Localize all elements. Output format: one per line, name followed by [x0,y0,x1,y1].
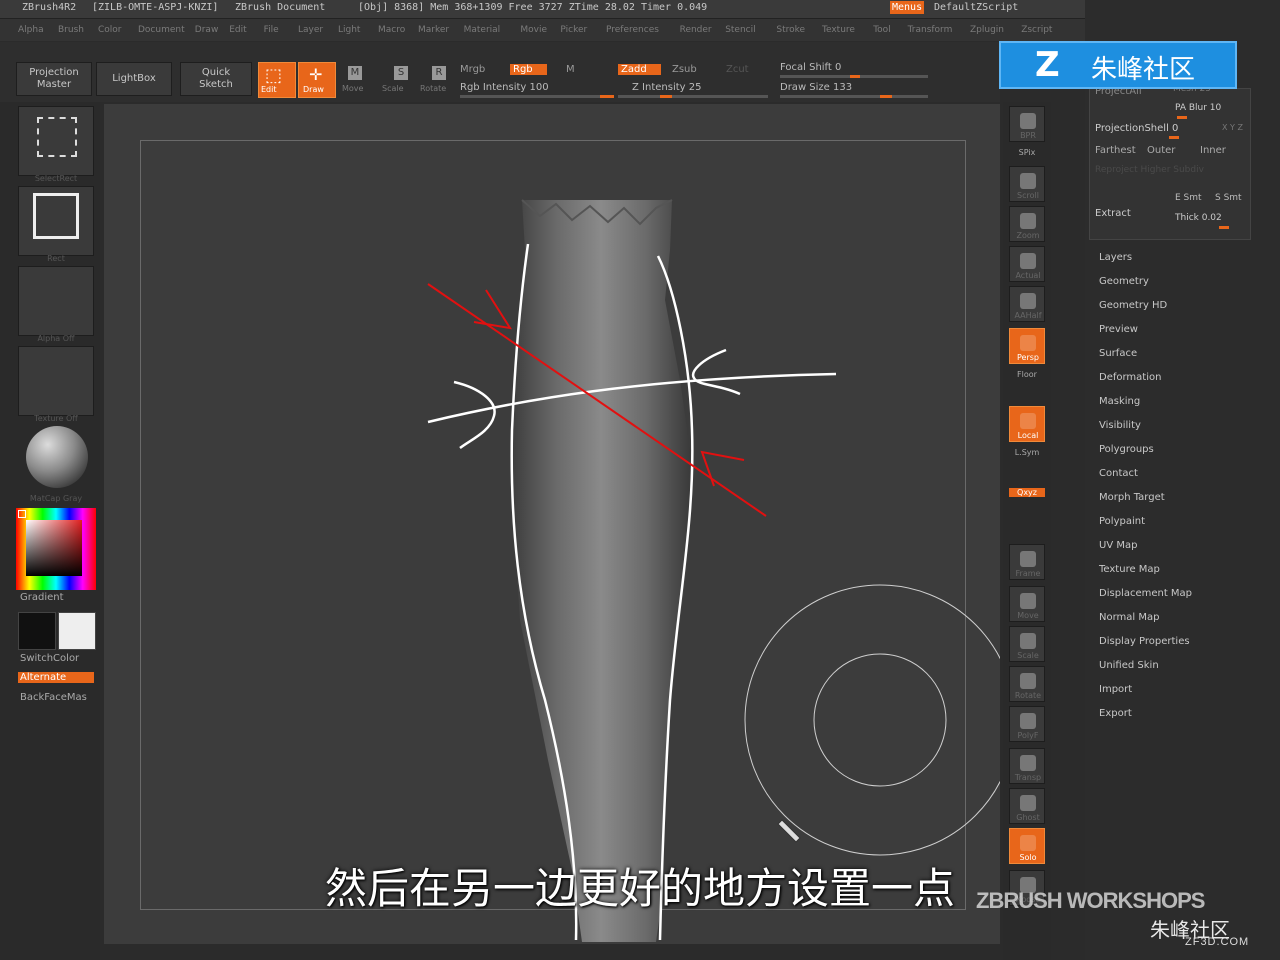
tool-floor[interactable]: Floor [1003,370,1051,379]
tool-frame-button[interactable]: Frame [1009,544,1045,580]
zbrush-workshops-watermark: ZBRUSH WORKSHOPS [976,888,1205,913]
viewport-drawing[interactable] [0,0,1000,960]
local-icon [1020,413,1036,429]
scroll-label: Scroll [1017,191,1039,200]
frame-icon [1020,551,1036,567]
polyf-icon [1020,713,1036,729]
farthest-button[interactable]: Farthest [1095,145,1136,156]
palette-section-display-properties[interactable]: Display Properties [1099,636,1190,647]
palette-section-surface[interactable]: Surface [1099,348,1137,359]
aahalf-label: AAHalf [1014,311,1042,320]
red-arrow-top [473,289,513,330]
projectionshell-fill [1169,136,1179,139]
xyz-toggle[interactable]: X Y Z [1222,123,1243,132]
palette-section-displacement-map[interactable]: Displacement Map [1099,588,1192,599]
palette-section-morph-target[interactable]: Morph Target [1099,492,1165,503]
move-icon [1020,593,1036,609]
palette-section-preview[interactable]: Preview [1099,324,1138,335]
logo-z-icon: Z [1035,45,1060,85]
palette-section-polypaint[interactable]: Polypaint [1099,516,1145,527]
scroll-icon [1020,173,1036,189]
ghost-icon [1020,795,1036,811]
outer-button[interactable]: Outer [1147,145,1175,156]
tool-transp-button[interactable]: Transp [1009,748,1045,784]
palette-section-contact[interactable]: Contact [1099,468,1138,479]
tool-move-button[interactable]: Move [1009,586,1045,622]
palette-section-masking[interactable]: Masking [1099,396,1140,407]
e-smt-slider[interactable]: E Smt [1175,193,1202,203]
rotate-icon [1020,673,1036,689]
tool-qxyz[interactable]: Qxyz [1009,488,1045,497]
palette-section-geometry-hd[interactable]: Geometry HD [1099,300,1167,311]
tool-persp-button[interactable]: Persp [1009,328,1045,364]
s-smt-slider[interactable]: S Smt [1215,193,1242,203]
actual-icon [1020,253,1036,269]
aahalf-icon [1020,293,1036,309]
tool-local-button[interactable]: Local [1009,406,1045,442]
transp-icon [1020,755,1036,771]
rotate-label: Rotate [1014,691,1042,700]
actual-label: Actual [1015,271,1041,280]
zoom-icon [1020,213,1036,229]
tool-ghost-button[interactable]: Ghost [1009,788,1045,824]
tool-rotate-button[interactable]: Rotate [1009,666,1045,702]
persp-icon [1020,335,1036,351]
palette-section-deformation[interactable]: Deformation [1099,372,1161,383]
palette-section-polygroups[interactable]: Polygroups [1099,444,1154,455]
tool-bpr-button[interactable]: BPR [1009,106,1045,142]
scale-icon [1020,633,1036,649]
local-label: Local [1017,431,1039,440]
pa-blur-fill [1177,116,1187,119]
inner-button[interactable]: Inner [1200,145,1226,156]
pencil-cursor-icon [777,819,801,843]
tool-polyf-button[interactable]: PolyF [1009,706,1045,742]
persp-label: Persp [1017,353,1039,362]
palette-section-unified-skin[interactable]: Unified Skin [1099,660,1159,671]
zoom-label: Zoom [1016,231,1040,240]
right-hook-stroke [691,348,741,396]
pa-blur-slider[interactable]: PA Blur 10 [1175,103,1221,113]
tool-scale-button[interactable]: Scale [1009,626,1045,662]
tool-zoom-button[interactable]: Zoom [1009,206,1045,242]
palette-section-import[interactable]: Import [1099,684,1132,695]
tool-spix[interactable]: SPix [1003,148,1051,157]
tool-palette: ProjectAll Mesh 25 PA Blur 10 Projection… [1085,0,1280,960]
tool-actual-button[interactable]: Actual [1009,246,1045,282]
polyf-label: PolyF [1017,731,1039,740]
palette-section-geometry[interactable]: Geometry [1099,276,1149,287]
tool-scroll-button[interactable]: Scroll [1009,166,1045,202]
palette-section-uv-map[interactable]: UV Map [1099,540,1137,551]
logo-text: 朱峰社区 [1091,55,1196,85]
bpr-icon [1020,113,1036,129]
extract-button[interactable]: Extract [1095,208,1131,219]
reproject-button[interactable]: Reproject Higher Subdiv [1095,165,1204,175]
tool-lsym[interactable]: L.Sym [1003,448,1051,457]
menu-zscript[interactable]: Zscript [1021,25,1052,35]
palette-section-normal-map[interactable]: Normal Map [1099,612,1159,623]
brush-cursor-outer [744,584,1000,856]
zf3d-logo: Z 朱峰社区 [999,41,1237,89]
tool-aahalf-button[interactable]: AAHalf [1009,286,1045,322]
transp-label: Transp [1014,773,1042,782]
ghost-label: Ghost [1016,813,1040,822]
projectionshell-slider[interactable]: ProjectionShell 0 [1095,123,1178,134]
brush-cursor-inner [813,653,947,787]
move-label: Move [1017,611,1039,620]
palette-section-layers[interactable]: Layers [1099,252,1132,263]
palette-section-texture-map[interactable]: Texture Map [1099,564,1160,575]
bpr-label: BPR [1020,131,1036,140]
right-tool-shelf: BPR SPix Scroll Zoom Actual AAHalf Persp Floor L… [1003,102,1051,960]
solo-icon [1020,835,1036,851]
palette-section-export[interactable]: Export [1099,708,1132,719]
thick-fill [1219,226,1229,229]
thick-slider[interactable]: Thick 0.02 [1175,213,1222,223]
zf3d-watermark-url: ZF3D.COM [1185,936,1250,948]
red-arrow-bottom [700,450,745,487]
palette-section-visibility[interactable]: Visibility [1099,420,1141,431]
frame-label: Frame [1015,569,1041,578]
scale-label: Scale [1017,651,1039,660]
